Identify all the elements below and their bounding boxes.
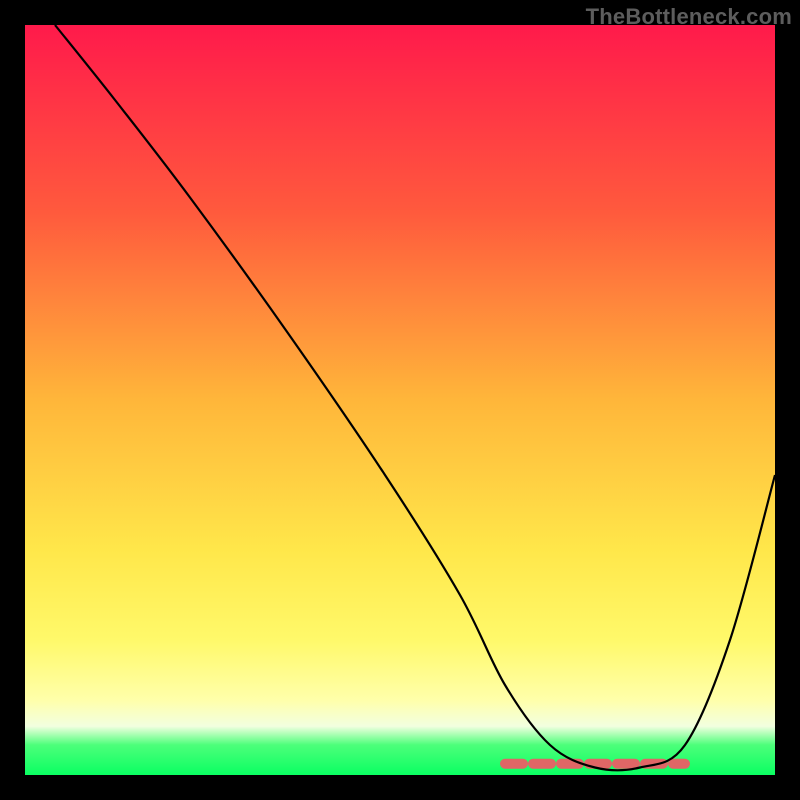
- bottleneck-curve-line: [55, 25, 775, 770]
- bottleneck-chart: [25, 25, 775, 775]
